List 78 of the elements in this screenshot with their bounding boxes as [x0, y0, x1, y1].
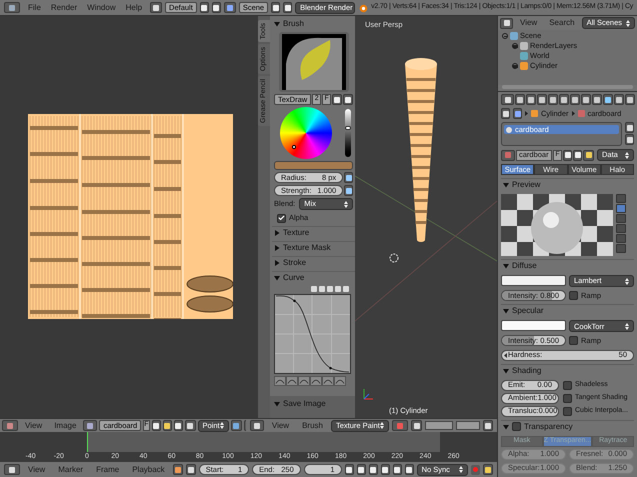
panel-title[interactable]: Specular — [512, 305, 544, 318]
menu-item[interactable]: Image — [49, 420, 82, 432]
menu-item[interactable]: View — [20, 420, 48, 432]
breadcrumb-separator-icon — [572, 111, 575, 116]
layers-grid-icon[interactable] — [456, 421, 480, 430]
checkbox[interactable] — [563, 394, 572, 402]
sphere-preset-icon[interactable] — [286, 376, 298, 386]
smooth-preset-icon[interactable] — [274, 376, 286, 386]
layers-grid-icon[interactable] — [425, 421, 453, 430]
disclosure-triangle-icon[interactable] — [503, 368, 509, 374]
disclosure-triangle-icon[interactable] — [274, 245, 280, 251]
color-picker-handle[interactable] — [292, 145, 296, 149]
linear-preset-icon[interactable] — [322, 376, 334, 386]
blender-logo-icon — [358, 2, 368, 12]
decrement-arrow-icon[interactable] — [504, 352, 507, 358]
expand-toggle-icon[interactable] — [502, 33, 508, 39]
menu-item[interactable]: View — [515, 17, 542, 29]
menu-item[interactable]: Frame — [91, 464, 124, 476]
panel-title[interactable]: Diffuse — [512, 260, 537, 272]
panel-title[interactable]: Brush — [283, 18, 304, 30]
updown-arrows-icon — [625, 278, 629, 284]
menu-item[interactable]: Help — [120, 2, 148, 14]
checkbox[interactable] — [569, 291, 578, 300]
disclosure-triangle-icon[interactable] — [274, 260, 280, 266]
root-preset-icon[interactable] — [298, 376, 310, 386]
expand-toggle-icon[interactable] — [512, 43, 518, 49]
disclosure-triangle-icon[interactable] — [503, 308, 509, 314]
menu-item[interactable]: Search — [544, 17, 580, 29]
current-frame-line — [87, 432, 88, 452]
updown-arrows-icon — [459, 466, 463, 473]
menu-item[interactable]: Marker — [53, 464, 88, 476]
checkbox[interactable] — [512, 422, 521, 431]
menu-item[interactable]: Playback — [127, 464, 170, 476]
menu-item[interactable]: Window — [82, 2, 121, 14]
menu-item[interactable]: View — [266, 420, 294, 432]
updown-arrows-icon — [625, 322, 629, 330]
disclosure-triangle-icon[interactable] — [503, 424, 509, 430]
3d-cursor-icon — [389, 253, 399, 263]
checkbox[interactable] — [563, 380, 572, 390]
sharp-preset-icon[interactable] — [310, 376, 322, 386]
menu-item[interactable]: Render — [46, 2, 82, 14]
color-swatch[interactable] — [274, 161, 354, 170]
panel-title[interactable]: Shading — [512, 364, 542, 376]
updown-arrows-icon — [626, 20, 630, 26]
panel-title[interactable]: Stroke — [283, 257, 306, 269]
menu-item[interactable]: View — [23, 464, 50, 476]
updown-arrows-icon — [344, 200, 348, 208]
checkbox[interactable] — [277, 214, 286, 222]
updown-arrows-icon — [220, 422, 224, 429]
disclosure-triangle-icon[interactable] — [274, 275, 280, 281]
pressure-pen-icon[interactable] — [344, 172, 354, 183]
disclosure-triangle-icon[interactable] — [274, 230, 280, 236]
checkbox[interactable] — [569, 336, 578, 346]
menu-item[interactable]: Brush — [297, 420, 328, 432]
disclosure-triangle-icon[interactable] — [274, 401, 280, 407]
specular-color-swatch[interactable] — [501, 320, 566, 332]
panel-title[interactable]: Texture Mask — [283, 242, 331, 254]
disclosure-triangle-icon[interactable] — [503, 182, 509, 188]
menu-item[interactable]: File — [23, 2, 46, 14]
brush-preview-drawing[interactable] — [282, 34, 346, 90]
falloff-curve-drawing[interactable] — [274, 294, 351, 374]
updown-arrows-icon — [380, 422, 384, 429]
panel-title[interactable]: Preview — [512, 179, 540, 191]
panel-title[interactable]: Transparency — [524, 420, 573, 432]
color-wheel[interactable] — [280, 107, 332, 159]
checkbox[interactable] — [563, 406, 572, 416]
breadcrumb-separator-icon — [525, 111, 528, 116]
diffuse-color-swatch[interactable] — [501, 275, 566, 286]
disclosure-triangle-icon[interactable] — [503, 263, 509, 269]
value-slider-handle[interactable] — [345, 126, 352, 130]
constant-preset-icon[interactable] — [334, 376, 346, 386]
updown-arrows-icon — [625, 152, 629, 158]
expand-toggle-icon[interactable] — [512, 63, 518, 69]
value-slider[interactable] — [345, 109, 352, 157]
pressure-pen-icon[interactable] — [344, 185, 354, 196]
panel-title[interactable]: Curve — [283, 272, 304, 284]
disclosure-triangle-icon[interactable] — [274, 21, 280, 27]
panel-title[interactable]: Texture — [283, 227, 310, 239]
